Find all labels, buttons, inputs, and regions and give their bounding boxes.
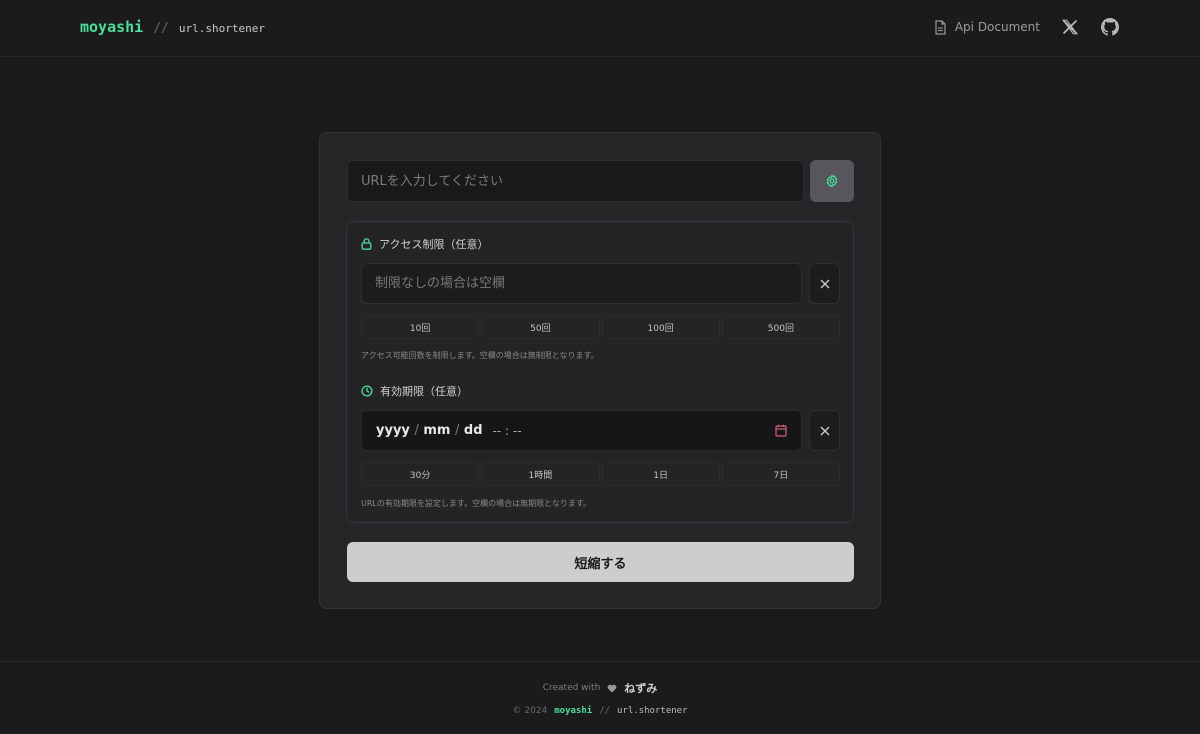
date-slash: / bbox=[454, 423, 460, 438]
footer-brand-subtitle: url.shortener bbox=[617, 706, 688, 716]
expiry-presets: 30分 1時間 1日 7日 bbox=[361, 462, 840, 486]
settings-button[interactable] bbox=[810, 160, 854, 202]
expiry-title: 有効期限（任意） bbox=[361, 383, 468, 399]
copyright-text: © 2024 bbox=[512, 706, 548, 716]
header-nav: Api Document bbox=[934, 17, 1120, 37]
date-slash: / bbox=[414, 423, 419, 438]
expiry-label: 有効期限（任意） bbox=[380, 385, 468, 398]
author-name[interactable]: ねずみ bbox=[624, 680, 657, 696]
clock-icon bbox=[361, 385, 373, 397]
preset-50-times[interactable]: 50回 bbox=[481, 315, 600, 339]
document-icon bbox=[935, 19, 946, 35]
footer-brand-separator: // bbox=[599, 706, 611, 716]
created-with-text: Created with bbox=[542, 683, 601, 693]
expiry-clear-button[interactable] bbox=[809, 410, 840, 451]
api-document-label: Api Document bbox=[954, 20, 1040, 34]
footer-credit: Created with ねずみ bbox=[0, 680, 1200, 696]
url-row bbox=[347, 160, 854, 202]
heart-icon bbox=[607, 684, 617, 692]
close-icon bbox=[820, 426, 829, 435]
access-limit-title: アクセス制限（任意） bbox=[361, 236, 488, 252]
footer-brand-name: moyashi bbox=[554, 706, 593, 716]
preset-7-days[interactable]: 7日 bbox=[721, 462, 840, 486]
preset-500-times[interactable]: 500回 bbox=[721, 315, 840, 339]
expiry-hint: URLの有効期限を設定します。空欄の場合は無期限となります。 bbox=[361, 499, 592, 508]
x-link[interactable] bbox=[1060, 17, 1080, 37]
access-limit-clear-button[interactable] bbox=[809, 263, 840, 304]
date-year[interactable]: yyyy bbox=[376, 423, 410, 438]
shorten-button[interactable]: 短縮する bbox=[347, 542, 854, 582]
footer: Created with ねずみ © 2024 moyashi // url.s… bbox=[0, 661, 1200, 734]
preset-1-day[interactable]: 1日 bbox=[601, 462, 720, 486]
brand-name: moyashi bbox=[80, 18, 144, 36]
access-limit-hint: アクセス可能回数を制限します。空欄の場合は無制限となります。 bbox=[361, 351, 599, 360]
footer-copyright: © 2024 moyashi // url.shortener bbox=[0, 706, 1200, 716]
date-month[interactable]: mm bbox=[423, 423, 450, 438]
date-day[interactable]: dd bbox=[464, 423, 483, 438]
header: moyashi // url.shortener Api Document bbox=[0, 0, 1200, 57]
shortener-card: アクセス制限（任意） 10回 50回 100回 500回 アクセス可能回数を制限… bbox=[319, 132, 881, 609]
access-limit-input[interactable] bbox=[361, 263, 802, 304]
brand-separator: // bbox=[153, 21, 169, 36]
brand-subtitle: url.shortener bbox=[178, 22, 265, 35]
access-limit-label: アクセス制限（任意） bbox=[379, 238, 489, 251]
preset-10-times[interactable]: 10回 bbox=[361, 315, 480, 339]
preset-1-hour[interactable]: 1時間 bbox=[481, 462, 600, 486]
url-input[interactable] bbox=[347, 160, 804, 202]
x-logo-icon bbox=[1062, 19, 1078, 35]
expiry-datetime-input[interactable]: yyyy / mm / dd -- : -- bbox=[361, 410, 802, 451]
brand-logo[interactable]: moyashi // url.shortener bbox=[80, 18, 265, 36]
github-icon bbox=[1101, 18, 1119, 36]
github-link[interactable] bbox=[1100, 17, 1120, 37]
time-display[interactable]: -- : -- bbox=[493, 424, 522, 438]
gear-icon bbox=[826, 174, 838, 188]
api-document-link[interactable]: Api Document bbox=[934, 19, 1040, 35]
date-display: yyyy / mm / dd bbox=[376, 423, 483, 438]
close-icon bbox=[820, 279, 829, 288]
lock-icon bbox=[361, 238, 372, 250]
calendar-icon[interactable] bbox=[775, 424, 787, 437]
preset-30-minutes[interactable]: 30分 bbox=[361, 462, 480, 486]
access-limit-presets: 10回 50回 100回 500回 bbox=[361, 315, 840, 339]
options-panel: アクセス制限（任意） 10回 50回 100回 500回 アクセス可能回数を制限… bbox=[346, 221, 854, 523]
preset-100-times[interactable]: 100回 bbox=[601, 315, 720, 339]
